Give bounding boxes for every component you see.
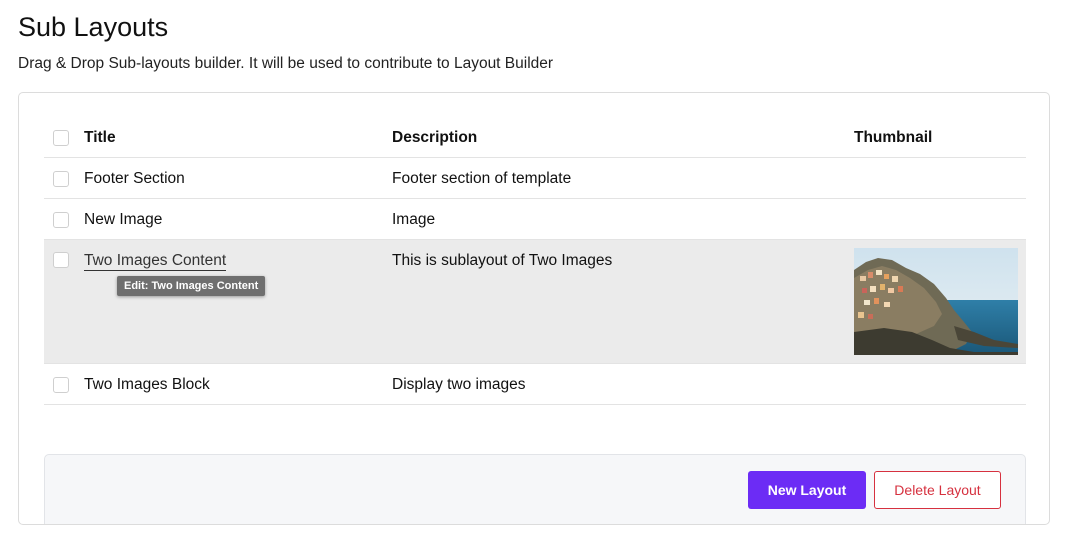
table-row-hovered[interactable]: Two Images Content Edit: Two Images Cont… (44, 240, 1026, 364)
row-title[interactable]: New Image (84, 211, 162, 229)
row-description: Footer section of template (392, 170, 572, 187)
row-title-link[interactable]: Two Images Content (84, 252, 227, 271)
row-title[interactable]: Footer Section (84, 170, 185, 188)
page-title: Sub Layouts (18, 12, 169, 42)
row-checkbox[interactable] (53, 377, 69, 393)
row-checkbox[interactable] (53, 212, 69, 228)
table-row[interactable]: New Image Image (44, 199, 1026, 240)
actions-footer: New Layout Delete Layout (44, 454, 1026, 524)
sub-layouts-card: Title Description Thumbnail Footer Secti… (18, 92, 1050, 525)
delete-layout-button[interactable]: Delete Layout (874, 471, 1001, 509)
row-title[interactable]: Two Images Block (84, 376, 210, 394)
column-header-thumbnail: Thumbnail (854, 129, 933, 146)
edit-tooltip: Edit: Two Images Content (117, 276, 266, 296)
row-title: Two Images Content (84, 252, 227, 271)
new-layout-button[interactable]: New Layout (748, 471, 866, 509)
row-checkbox[interactable] (53, 171, 69, 187)
row-description: Image (392, 211, 436, 228)
row-description: This is sublayout of Two Images (392, 252, 613, 269)
table-row[interactable]: Two Images Block Display two images (44, 364, 1026, 405)
row-description: Display two images (392, 376, 526, 393)
column-header-title[interactable]: Title (84, 129, 116, 147)
select-all-checkbox[interactable] (53, 130, 69, 146)
row-checkbox[interactable] (53, 252, 69, 268)
sub-layouts-table: Title Description Thumbnail Footer Secti… (44, 117, 1026, 405)
table-row[interactable]: Footer Section Footer section of templat… (44, 158, 1026, 199)
column-header-description[interactable]: Description (392, 129, 477, 147)
page-subtitle: Drag & Drop Sub-layouts builder. It will… (18, 55, 554, 72)
table-header-row: Title Description Thumbnail (44, 117, 1026, 158)
row-thumbnail-image (854, 248, 1018, 355)
